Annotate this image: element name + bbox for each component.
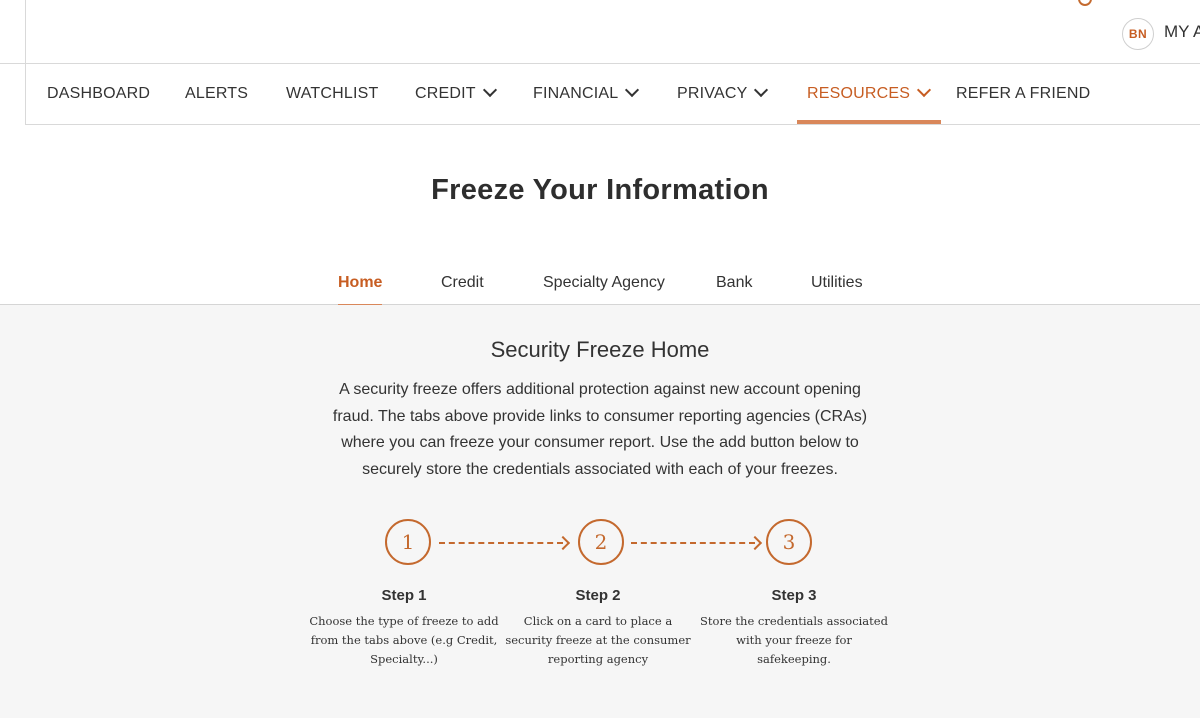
step-3-text: Store the credentials associated with yo… [700,614,888,666]
arrow-right-icon [747,535,763,551]
nav-item-refer-a-friend[interactable]: REFER A FRIEND [956,64,1090,124]
nav-item-financial[interactable]: FINANCIAL [533,64,640,124]
step-connector-arrow [631,542,755,544]
chevron-down-icon [917,82,932,98]
nav-item-label: ALERTS [185,85,249,102]
nav-item-label: DASHBOARD [47,85,151,102]
nav-item-label: CREDIT [415,85,476,102]
freeze-tabs: Home Credit Specialty Agency Bank Utilit… [0,262,1200,307]
step-connector-arrow [439,542,563,544]
chevron-down-icon [482,82,497,98]
chevron-down-icon [625,82,640,98]
page-title: Freeze Your Information [431,174,769,206]
nav-item-label: RESOURCES [807,85,911,102]
step-3-circle: 3 [766,519,812,565]
top-bar: BN MY A [0,0,1200,64]
section-title: Security Freeze Home [490,337,710,362]
tab-specialty-agency[interactable]: Specialty Agency [543,274,665,292]
chevron-down-icon [754,82,769,98]
nav-item-resources[interactable]: RESOURCES [796,64,942,124]
step-1-text: Choose the type of freeze to add from th… [309,614,499,666]
nav-item-dashboard[interactable]: DASHBOARD [47,64,150,124]
main-nav: DASHBOARD ALERTS WATCHLIST CREDIT FINANC… [25,64,1200,125]
arrow-right-icon [555,535,571,551]
nav-item-watchlist[interactable]: WATCHLIST [286,64,378,124]
step-1-circle: 1 [385,519,431,565]
nav-item-privacy[interactable]: PRIVACY [677,64,769,124]
step-2-circle: 2 [578,519,624,565]
tab-credit[interactable]: Credit [441,274,484,292]
security-freeze-home: Security Freeze Home A security freeze o… [0,305,1200,718]
nav-item-credit[interactable]: CREDIT [415,64,497,124]
nav-item-label: PRIVACY [677,85,748,102]
tab-bank[interactable]: Bank [716,274,752,292]
my-account-link[interactable]: MY A [1164,22,1200,42]
section-description: A security freeze offers additional prot… [332,381,868,478]
step-3-title: Step 3 [771,587,817,604]
step-1-title: Step 1 [381,587,427,604]
nav-item-label: WATCHLIST [286,85,379,102]
nav-item-label: REFER A FRIEND [956,85,1091,102]
nav-item-alerts[interactable]: ALERTS [185,64,248,124]
tab-utilities[interactable]: Utilities [811,274,863,292]
avatar[interactable]: BN [1122,18,1154,50]
tab-home[interactable]: Home [338,274,383,307]
step-2-title: Step 2 [575,587,621,604]
search-icon[interactable] [1078,0,1092,6]
step-2-text: Click on a card to place a security free… [505,614,691,666]
nav-item-label: FINANCIAL [533,85,619,102]
